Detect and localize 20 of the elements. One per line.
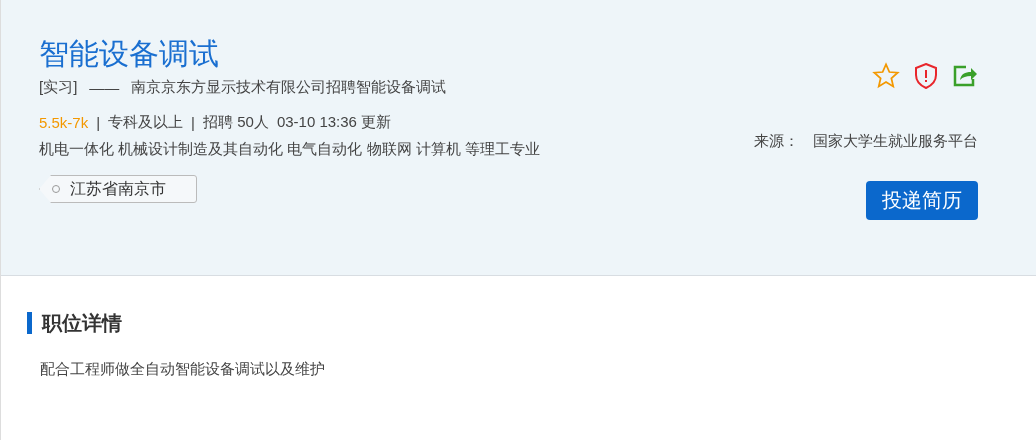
report-shield-icon[interactable]	[914, 63, 938, 89]
salary: 5.5k-7k	[39, 114, 89, 131]
job-title: 智能设备调试	[39, 36, 220, 72]
company-name: 南京京东方显示技术有限公司招聘智能设备调试	[131, 78, 447, 97]
apply-button[interactable]: 投递简历	[866, 181, 978, 220]
source-name: 国家大学生就业服务平台	[813, 132, 978, 151]
separator: |	[191, 114, 195, 131]
location-tag: 江苏省南京市	[39, 175, 197, 203]
education: 专科及以上	[108, 113, 184, 132]
dash-separator: ——	[89, 79, 120, 96]
separator: |	[96, 114, 101, 131]
majors: 机电一体化 机械设计制造及其自动化 电气自动化 物联网 计算机 等理工专业	[39, 140, 540, 159]
section-heading: 职位详情	[27, 312, 1036, 334]
update-time: 03-10 13:36 更新	[276, 113, 392, 132]
star-icon[interactable]	[872, 62, 900, 90]
headcount: 招聘 50人	[203, 113, 269, 132]
share-icon[interactable]	[952, 64, 978, 88]
source-label: 来源：	[754, 132, 799, 151]
job-description: 配合工程师做全自动智能设备调试以及维护	[40, 360, 326, 379]
job-type: [实习]	[39, 78, 78, 97]
